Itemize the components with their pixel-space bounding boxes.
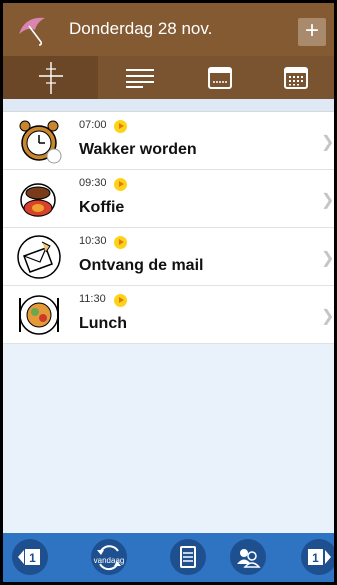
today-button[interactable]: vandaag — [91, 539, 127, 575]
tab-timeline[interactable] — [3, 56, 98, 99]
separator — [3, 99, 334, 111]
week-calendar-icon — [208, 66, 232, 89]
mail-icon — [17, 235, 61, 279]
header: Donderdag 28 nov. + — [3, 3, 334, 99]
event-list: 07:00 Wakker worden ❯ 09:30 Koffie ❯ 10:… — [3, 111, 334, 344]
chevron-right-icon: ❯ — [321, 308, 334, 325]
event-time: 10:30 — [79, 235, 107, 247]
users-icon — [237, 549, 261, 568]
coffee-cup-icon — [20, 183, 56, 217]
app-frame: Donderdag 28 nov. + 07:00 Wakker worden … — [3, 3, 334, 582]
add-button[interactable]: + — [298, 18, 326, 46]
event-time: 09:30 — [79, 177, 107, 189]
event-label: Lunch — [79, 315, 127, 332]
chevron-right-icon: ❯ — [321, 192, 334, 209]
alarm-clock-icon — [19, 120, 62, 164]
tab-month[interactable] — [258, 56, 334, 99]
tab-week[interactable] — [182, 56, 258, 99]
today-label: vandaag — [93, 556, 125, 565]
list-item[interactable]: 09:30 Koffie ❯ — [3, 170, 334, 228]
play-icon[interactable] — [114, 294, 127, 307]
next-day-button[interactable]: 1 — [301, 539, 334, 575]
next-day-number: 1 — [312, 551, 319, 565]
list-item[interactable]: 11:30 Lunch ❯ — [3, 286, 334, 344]
chevron-right-icon: ❯ — [321, 250, 334, 267]
chevron-right-icon: ❯ — [321, 134, 334, 151]
list-item[interactable]: 07:00 Wakker worden ❯ — [3, 112, 334, 170]
lunch-plate-icon — [19, 295, 59, 335]
previous-day-icon: 1 — [18, 549, 40, 565]
footer-toolbar: 1 vandaag 1 — [3, 533, 334, 582]
play-icon[interactable] — [114, 178, 127, 191]
users-button[interactable] — [230, 539, 266, 575]
prev-day-number: 1 — [29, 551, 36, 565]
event-time: 07:00 — [79, 119, 107, 131]
tab-list[interactable] — [98, 56, 182, 99]
view-tabs — [3, 56, 334, 99]
previous-day-button[interactable]: 1 — [12, 539, 48, 575]
umbrella-icon — [19, 17, 45, 46]
play-icon[interactable] — [114, 236, 127, 249]
title-row: Donderdag 28 nov. + — [3, 3, 334, 56]
list-item[interactable]: 10:30 Ontvang de mail ❯ — [3, 228, 334, 286]
event-time: 11:30 — [79, 293, 106, 305]
event-label: Wakker worden — [79, 141, 197, 158]
timeline-icon — [38, 61, 63, 94]
month-calendar-icon — [284, 66, 308, 89]
list-icon — [126, 68, 154, 88]
event-label: Koffie — [79, 199, 125, 216]
next-day-icon: 1 — [308, 549, 331, 565]
list-view-button[interactable] — [170, 539, 206, 575]
event-label: Ontvang de mail — [79, 257, 204, 274]
document-list-icon — [180, 546, 196, 568]
page-title: Donderdag 28 nov. — [69, 19, 213, 38]
play-icon[interactable] — [114, 120, 127, 133]
